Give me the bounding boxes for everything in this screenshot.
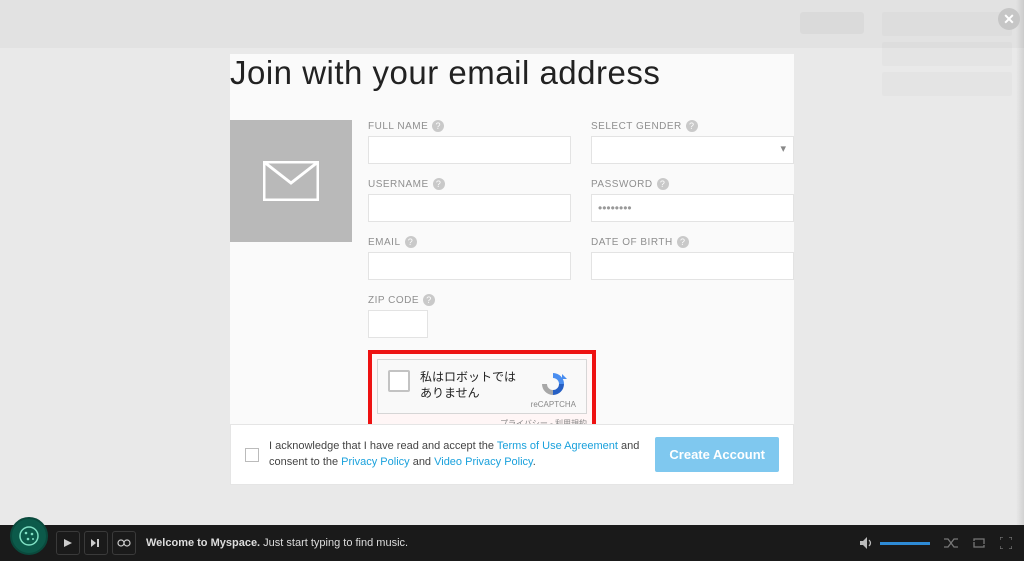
recaptcha-label: 私はロボットではありません [420, 370, 523, 401]
video-privacy-link[interactable]: Video Privacy Policy [434, 456, 533, 468]
volume-slider[interactable] [880, 542, 930, 545]
header-pill [800, 12, 864, 34]
repeat-button[interactable] [972, 537, 986, 549]
radio-button[interactable] [112, 531, 136, 555]
next-button[interactable] [84, 531, 108, 555]
help-icon[interactable]: ? [423, 294, 435, 306]
close-icon: ✕ [1003, 11, 1015, 28]
label-gender: SELECT GENDER [591, 121, 682, 132]
help-icon[interactable]: ? [433, 178, 445, 190]
play-icon [64, 539, 72, 547]
play-button[interactable] [56, 531, 80, 555]
consent-bar: I acknowledge that I have read and accep… [230, 424, 794, 485]
help-icon[interactable]: ? [686, 120, 698, 132]
label-password: PASSWORD [591, 179, 653, 190]
header-placeholder-boxes [882, 12, 1012, 102]
envelope-icon [263, 161, 319, 201]
label-dob: DATE OF BIRTH [591, 237, 673, 248]
recaptcha-badge: reCAPTCHA [531, 370, 576, 409]
header-stripe [0, 0, 1024, 48]
email-input[interactable] [368, 252, 571, 280]
consent-text: I acknowledge that I have read and accep… [269, 439, 655, 470]
volume-icon [860, 537, 874, 549]
terms-link[interactable]: Terms of Use Agreement [497, 440, 618, 452]
field-fullname: FULL NAME? [368, 120, 571, 164]
page-title: Join with your email address [230, 54, 794, 92]
radio-icon [117, 538, 131, 548]
cookie-icon [18, 525, 40, 547]
help-icon[interactable]: ? [432, 120, 444, 132]
gender-select[interactable] [591, 136, 794, 164]
sidebar-hint [20, 110, 100, 122]
help-icon[interactable]: ? [657, 178, 669, 190]
password-input[interactable] [591, 194, 794, 222]
consent-checkbox[interactable] [245, 448, 259, 462]
zip-input[interactable] [368, 310, 428, 338]
privacy-link[interactable]: Privacy Policy [341, 456, 409, 468]
username-input[interactable] [368, 194, 571, 222]
label-zip: ZIP CODE [368, 295, 419, 306]
label-email: EMAIL [368, 237, 401, 248]
field-password: PASSWORD? [591, 178, 794, 222]
right-shadow [1016, 0, 1024, 561]
field-dob: DATE OF BIRTH? [591, 236, 794, 280]
recaptcha-brand: reCAPTCHA [531, 400, 576, 409]
fullscreen-button[interactable] [1000, 537, 1012, 549]
fullscreen-icon [1000, 537, 1012, 549]
close-button[interactable]: ✕ [998, 8, 1020, 30]
field-email: EMAIL? [368, 236, 571, 280]
field-username: USERNAME? [368, 178, 571, 222]
player-message: Welcome to Myspace. Just start typing to… [146, 537, 408, 549]
field-gender: SELECT GENDER? [591, 120, 794, 164]
volume-control[interactable] [860, 537, 930, 549]
dob-input[interactable] [591, 252, 794, 280]
cookie-settings-badge[interactable] [10, 517, 48, 555]
next-icon [91, 539, 101, 547]
create-account-button[interactable]: Create Account [655, 437, 779, 472]
player-bar: Welcome to Myspace. Just start typing to… [0, 525, 1024, 561]
recaptcha-icon [538, 370, 568, 398]
help-icon[interactable]: ? [677, 236, 689, 248]
fullname-input[interactable] [368, 136, 571, 164]
recaptcha-widget: 私はロボットではありません reCAPTCHA [377, 359, 587, 414]
avatar-placeholder[interactable] [230, 120, 352, 242]
shuffle-icon [944, 537, 958, 549]
recaptcha-checkbox[interactable] [388, 370, 410, 392]
label-username: USERNAME [368, 179, 429, 190]
label-fullname: FULL NAME [368, 121, 428, 132]
help-icon[interactable]: ? [405, 236, 417, 248]
shuffle-button[interactable] [944, 537, 958, 549]
repeat-icon [972, 537, 986, 549]
signup-form: Join with your email address FULL NAME? … [230, 54, 794, 438]
field-zip: ZIP CODE? [368, 294, 571, 338]
